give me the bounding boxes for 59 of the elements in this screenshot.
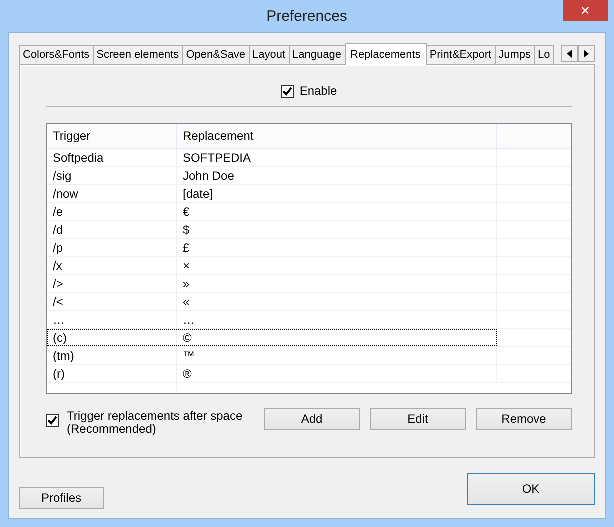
table-row[interactable]: (c) © (47, 329, 497, 346)
table-cell: © (177, 329, 497, 346)
table-cell: … (177, 311, 497, 328)
action-button[interactable]: Add (264, 408, 360, 430)
enable-label: Enable (300, 84, 338, 98)
table-cell: /e (47, 203, 177, 220)
table-row[interactable]: (tm) ™ (47, 347, 497, 364)
trigger-after-space-label: Trigger replacements after space (Recommended) (67, 410, 244, 436)
table-cell: /> (47, 275, 177, 292)
trigger-after-space-checkbox[interactable] (46, 414, 59, 427)
left-arrow-icon (567, 50, 572, 58)
table-row[interactable]: /now [date] (47, 185, 497, 202)
table-row[interactable]: /x × (47, 257, 497, 274)
table-cell: /< (47, 293, 177, 310)
table-cell: John Doe (177, 167, 497, 184)
table-cell: /d (47, 221, 177, 238)
tab[interactable]: Colors&Fonts (19, 45, 94, 64)
close-button[interactable]: ✕ (563, 0, 608, 21)
table-row[interactable]: /d $ (47, 221, 497, 238)
table-row[interactable]: /sig John Doe (47, 167, 497, 184)
scroll-left-button[interactable] (561, 45, 578, 62)
table-row[interactable]: /< « (47, 293, 497, 310)
table-cell: Softpedia (47, 149, 177, 166)
action-button[interactable]: Edit (370, 408, 466, 430)
table-cell: $ (177, 221, 497, 238)
table-cell: (tm) (47, 347, 177, 364)
ok-button[interactable]: OK (467, 473, 595, 505)
window-title: Preferences (266, 8, 348, 24)
table-cell: [date] (177, 185, 497, 202)
table-row[interactable]: /> » (47, 275, 497, 292)
table-cell: × (177, 257, 497, 274)
table-cell: … (47, 311, 177, 328)
scroll-right-button[interactable] (578, 45, 595, 62)
table-row[interactable]: /e € (47, 203, 497, 220)
tab[interactable]: Replacements (344, 43, 427, 65)
table-cell: » (177, 275, 497, 292)
table-cell: /sig (47, 167, 177, 184)
table-cell: /p (47, 239, 177, 256)
table-row[interactable]: /p £ (47, 239, 497, 256)
tab[interactable]: Lo (534, 45, 554, 64)
table-cell: /now (47, 185, 177, 202)
right-arrow-icon (584, 50, 589, 58)
table-row[interactable]: Softpedia SOFTPEDIA (47, 149, 497, 166)
table-cell: SOFTPEDIA (177, 149, 497, 166)
table-cell: ® (177, 365, 497, 382)
table-cell: « (177, 293, 497, 310)
table-cell: (r) (47, 365, 177, 382)
column-header[interactable]: Trigger (47, 124, 177, 148)
table-cell: (c) (47, 329, 177, 346)
profiles-button[interactable]: Profiles (19, 487, 104, 509)
table-cell: € (177, 203, 497, 220)
table-cell: ™ (177, 347, 497, 364)
action-button[interactable]: Remove (476, 408, 572, 430)
column-header[interactable]: Replacement (177, 124, 497, 148)
table-cell: /x (47, 257, 177, 274)
enable-checkbox[interactable] (280, 84, 294, 98)
table-cell: £ (177, 239, 497, 256)
table-row[interactable]: … … (47, 311, 497, 328)
table-row[interactable]: (r) ® (47, 365, 497, 382)
